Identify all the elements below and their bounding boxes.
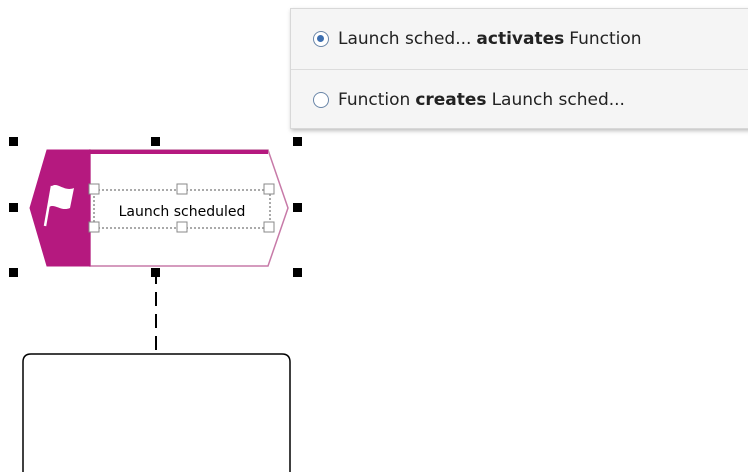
relationship-source: Function <box>338 90 411 110</box>
relationship-type: activates <box>476 29 565 49</box>
relationship-type: creates <box>415 90 487 110</box>
relationship-target: Launch sched... <box>491 90 625 110</box>
radio-selected-icon[interactable] <box>313 31 329 47</box>
relationship-target: Function <box>569 29 642 49</box>
model-canvas[interactable]: Launch scheduled Launch sched... activat… <box>0 0 748 472</box>
relationship-source: Launch sched... <box>338 29 472 49</box>
relationship-popup: Launch sched... activates Function Funct… <box>290 8 748 129</box>
relationship-option-creates[interactable]: Function creates Launch sched... <box>291 70 748 130</box>
function-shape[interactable] <box>22 353 291 472</box>
event-label[interactable]: Launch scheduled <box>119 204 246 220</box>
relationship-option-activates[interactable]: Launch sched... activates Function <box>291 9 748 69</box>
radio-unselected-icon[interactable] <box>313 92 329 108</box>
